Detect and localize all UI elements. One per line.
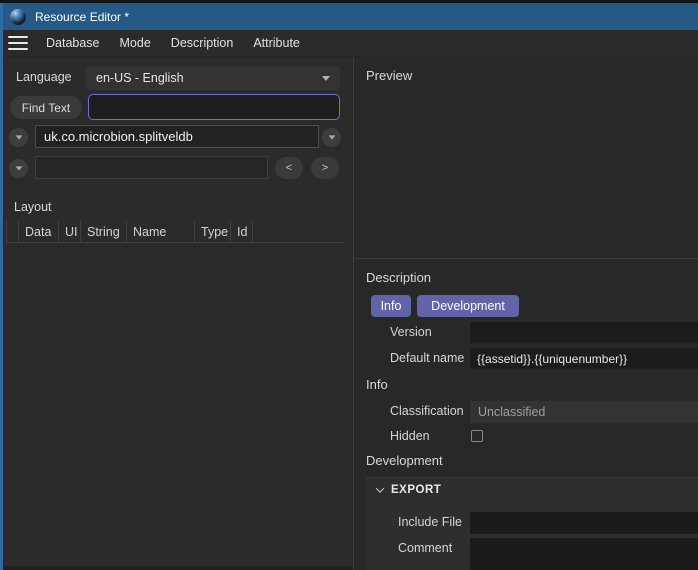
menubar: Database Mode Description Attribute bbox=[0, 30, 698, 57]
language-select-value: en-US - English bbox=[96, 71, 322, 85]
layout-table-body bbox=[6, 244, 344, 564]
include-file-input[interactable] bbox=[470, 512, 698, 534]
resource-path-dropdown-right-button[interactable] bbox=[322, 128, 341, 147]
window-title: Resource Editor * bbox=[35, 10, 129, 24]
description-label: Description bbox=[366, 270, 431, 285]
main-area: Language en-US - English Find Text < > L… bbox=[0, 57, 698, 570]
table-header-string[interactable]: String bbox=[81, 221, 127, 242]
comment-label: Comment bbox=[398, 541, 452, 555]
info-section-label: Info bbox=[366, 377, 388, 392]
layout-table-header: Data UI String Name Type Id bbox=[6, 221, 344, 243]
tab-info[interactable]: Info bbox=[371, 295, 411, 317]
window-top-edge bbox=[0, 0, 698, 3]
chevron-down-icon bbox=[15, 135, 22, 139]
find-text-input[interactable] bbox=[88, 94, 340, 120]
preview-label: Preview bbox=[366, 68, 412, 83]
table-header-ui[interactable]: UI bbox=[59, 221, 81, 242]
prev-button[interactable]: < bbox=[275, 157, 303, 179]
nav-dropdown-button[interactable] bbox=[9, 159, 28, 178]
table-header-cell-spacer bbox=[7, 221, 19, 242]
app-icon bbox=[10, 9, 26, 25]
resource-path-dropdown-left-button[interactable] bbox=[9, 128, 28, 147]
version-input[interactable] bbox=[470, 322, 698, 343]
table-header-data[interactable]: Data bbox=[19, 221, 59, 242]
find-text-button[interactable]: Find Text bbox=[10, 96, 82, 119]
default-name-input[interactable] bbox=[470, 348, 698, 369]
default-name-label: Default name bbox=[390, 351, 464, 365]
window-bottom-border bbox=[0, 566, 353, 570]
table-header-name[interactable]: Name bbox=[127, 221, 195, 242]
export-group-expander[interactable]: EXPORT bbox=[377, 484, 441, 496]
classification-field[interactable]: Unclassified bbox=[470, 401, 698, 423]
app-window: Resource Editor * Database Mode Descript… bbox=[0, 0, 698, 570]
titlebar: Resource Editor * bbox=[0, 3, 698, 30]
resource-path-input[interactable] bbox=[35, 125, 319, 148]
include-file-label: Include File bbox=[398, 515, 462, 529]
version-label: Version bbox=[390, 325, 432, 339]
table-header-type[interactable]: Type bbox=[195, 221, 231, 242]
table-header-id[interactable]: Id bbox=[231, 221, 253, 242]
nav-input[interactable] bbox=[35, 156, 268, 179]
chevron-down-icon bbox=[322, 76, 330, 81]
left-panel: Language en-US - English Find Text < > L… bbox=[0, 57, 353, 570]
menu-item-mode[interactable]: Mode bbox=[110, 31, 161, 55]
chevron-down-icon bbox=[376, 484, 384, 492]
preview-area bbox=[354, 87, 698, 257]
panel-divider bbox=[354, 258, 698, 259]
hamburger-menu-icon[interactable] bbox=[8, 36, 28, 50]
tab-development[interactable]: Development bbox=[417, 295, 519, 317]
menu-item-database[interactable]: Database bbox=[36, 31, 110, 55]
development-section-label: Development bbox=[366, 453, 443, 468]
menu-item-description[interactable]: Description bbox=[161, 31, 244, 55]
next-button[interactable]: > bbox=[311, 157, 339, 179]
export-group-label: EXPORT bbox=[391, 484, 441, 496]
layout-label: Layout bbox=[14, 200, 52, 214]
right-panel: Preview Description Info Development Ver… bbox=[353, 57, 698, 570]
classification-label: Classification bbox=[390, 404, 464, 418]
menu-item-attribute[interactable]: Attribute bbox=[243, 31, 310, 55]
chevron-down-icon bbox=[15, 166, 22, 170]
comment-textarea[interactable] bbox=[470, 538, 698, 570]
hidden-checkbox[interactable] bbox=[471, 430, 483, 442]
language-select[interactable]: en-US - English bbox=[86, 66, 340, 90]
chevron-down-icon bbox=[328, 135, 335, 139]
language-label: Language bbox=[16, 70, 72, 84]
window-left-border bbox=[0, 3, 3, 570]
hidden-label: Hidden bbox=[390, 429, 430, 443]
table-header-cell-filler bbox=[253, 221, 344, 242]
